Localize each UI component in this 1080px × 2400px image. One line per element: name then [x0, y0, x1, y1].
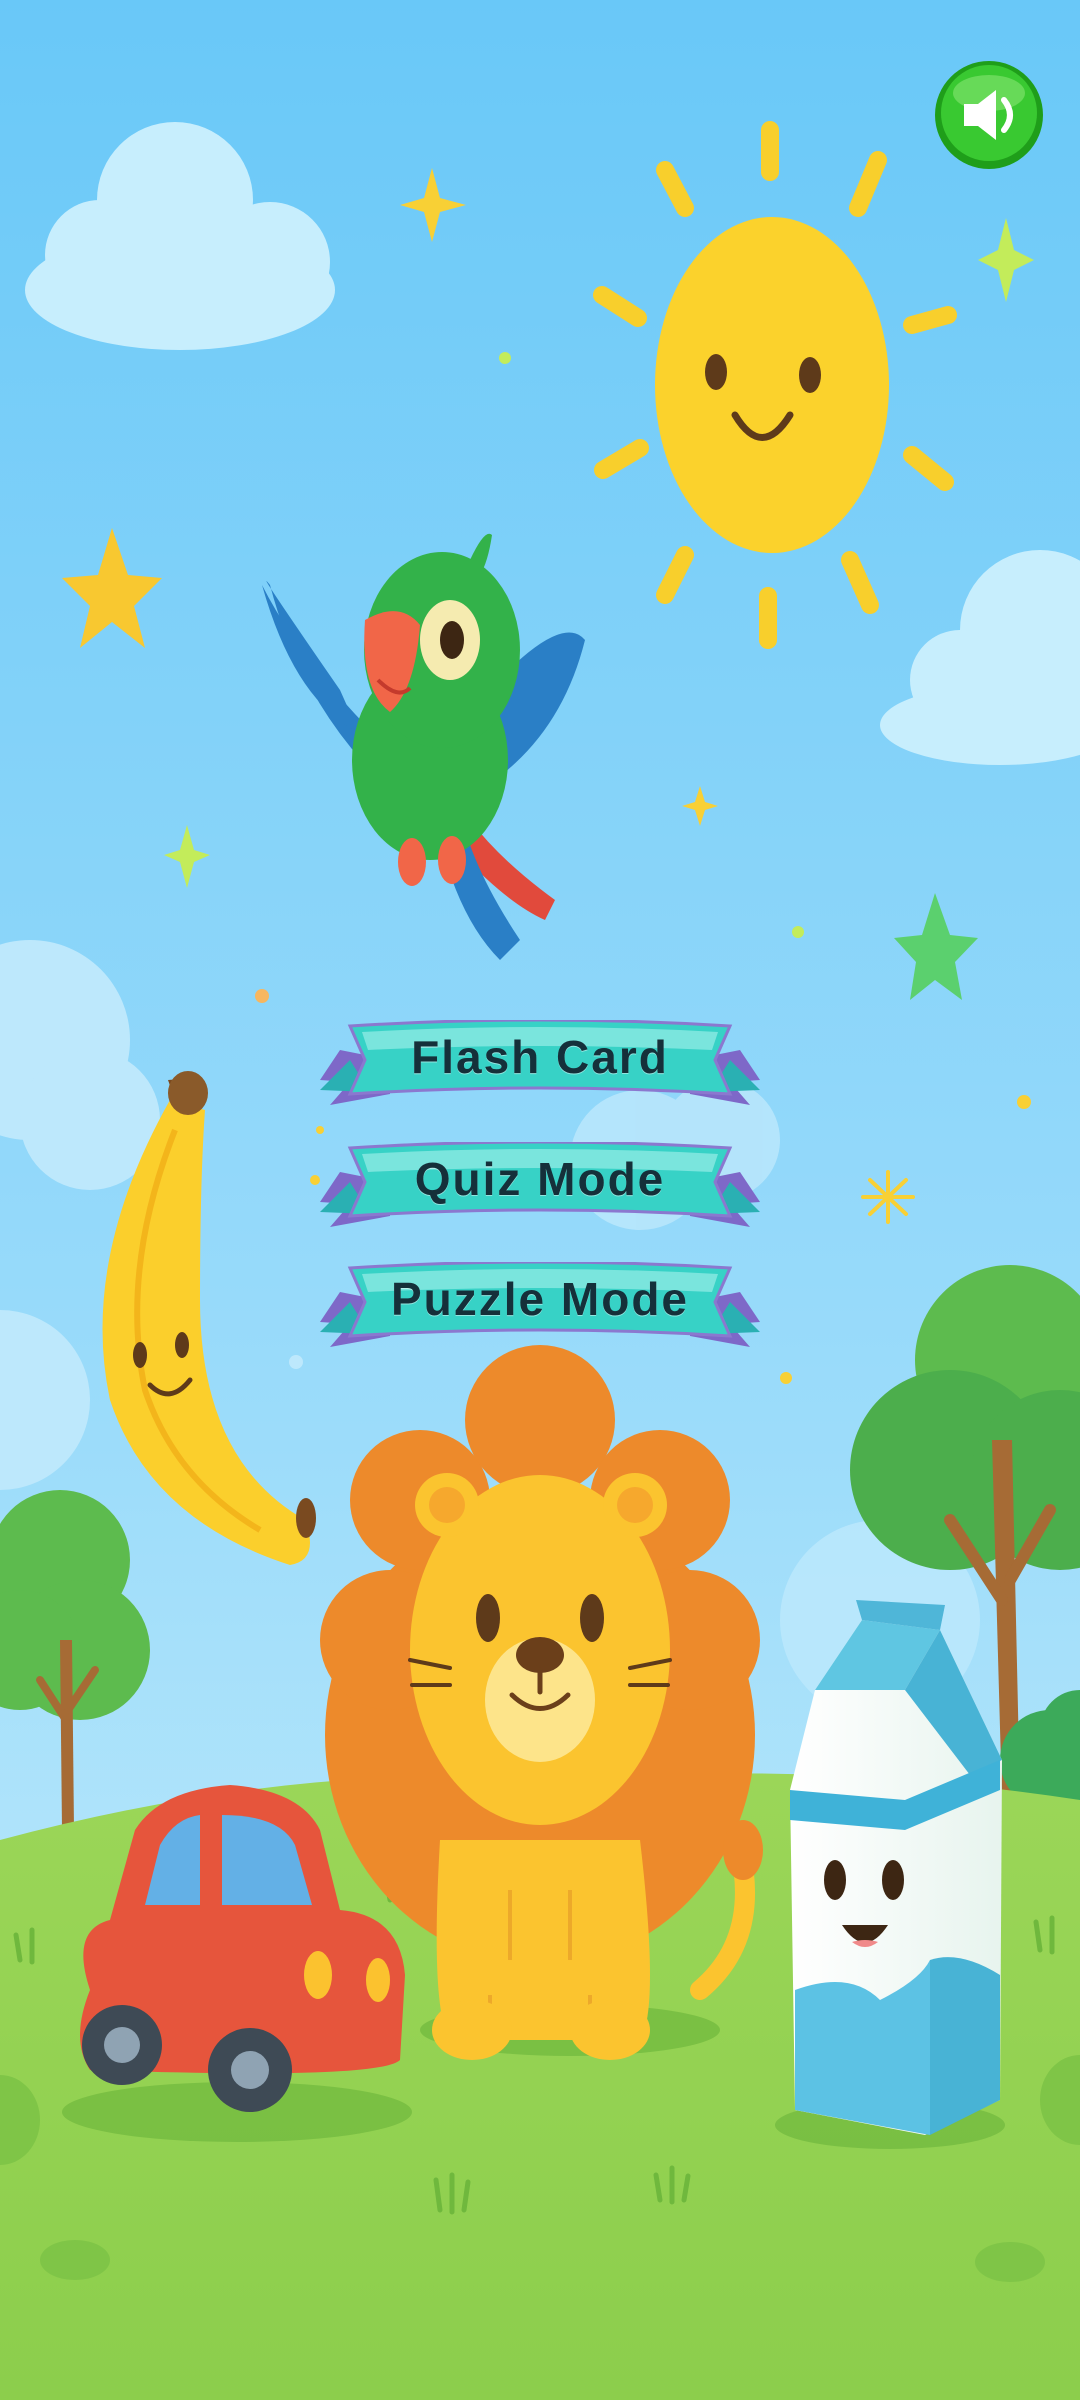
speaker-icon: [935, 61, 1043, 169]
flash-card-label: Flash Card: [411, 1031, 669, 1083]
sparkle-burst: [861, 1170, 915, 1224]
puzzle-mode-label: Puzzle Mode: [390, 1273, 690, 1325]
puzzle-mode-button[interactable]: Puzzle Mode: [320, 1262, 760, 1352]
quiz-mode-label: Quiz Mode: [414, 1153, 666, 1205]
quiz-mode-button[interactable]: Quiz Mode: [320, 1142, 760, 1232]
sound-toggle-button[interactable]: [934, 60, 1044, 170]
flash-card-button[interactable]: Flash Card: [320, 1020, 760, 1110]
